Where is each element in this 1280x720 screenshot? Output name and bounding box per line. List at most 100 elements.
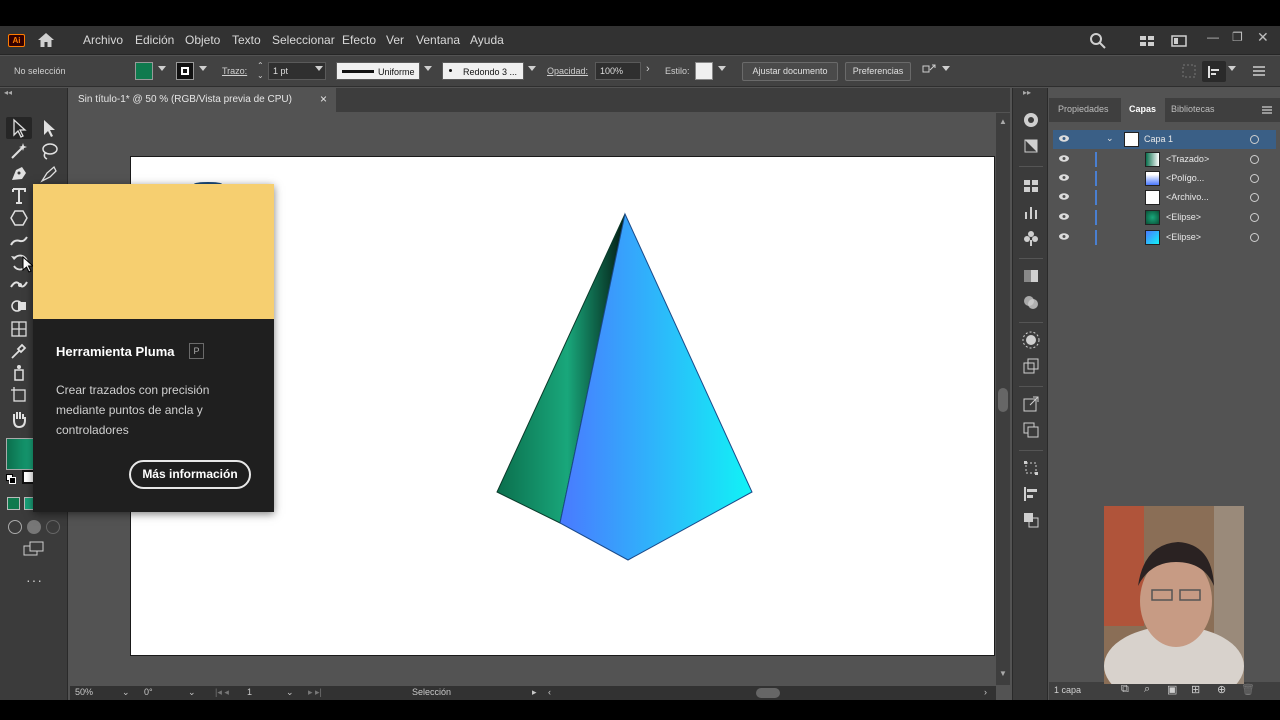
hand-tool-icon[interactable] — [8, 408, 30, 430]
layer-item-poligono[interactable]: <Polígo... — [1053, 169, 1276, 188]
last-artboard-icon[interactable]: ▸ ▸| — [308, 687, 322, 698]
color-guide-icon[interactable] — [1021, 110, 1041, 130]
collapse-toolbar-icon[interactable]: ◂◂ — [4, 88, 12, 97]
layer-target-icon[interactable] — [1250, 135, 1259, 144]
stroke-weight-chevron-icon[interactable] — [315, 66, 323, 71]
expand-layer-chevron-icon[interactable]: ⌄ — [1106, 133, 1114, 144]
tab-propiedades[interactable]: Propiedades — [1058, 104, 1109, 114]
item-target-icon[interactable] — [1250, 193, 1259, 202]
item-target-icon[interactable] — [1250, 213, 1259, 222]
opacity-arrow-icon[interactable]: › — [646, 63, 650, 75]
home-icon[interactable] — [36, 31, 56, 49]
stroke-stepper-icon[interactable]: ⌃ ⌄ — [257, 61, 264, 81]
item-target-icon[interactable] — [1250, 155, 1259, 164]
zoom-level[interactable]: 50% — [75, 687, 93, 697]
item-target-icon[interactable] — [1250, 174, 1259, 183]
layer-item-elipse-1[interactable]: <Elipse> — [1053, 208, 1276, 227]
vertical-scrollbar[interactable]: ▲ ▼ — [996, 113, 1010, 685]
item-name[interactable]: <Polígo... — [1166, 173, 1204, 183]
direct-selection-tool-icon[interactable] — [38, 117, 60, 139]
menu-objeto[interactable]: Objeto — [185, 33, 220, 47]
export-layer-icon[interactable]: ⧉ — [1121, 683, 1129, 696]
visibility-eye-icon[interactable] — [1059, 213, 1069, 220]
hscroll-right-icon[interactable]: › — [984, 687, 987, 697]
panel-menu-icon[interactable] — [1250, 62, 1268, 80]
symbols-icon[interactable] — [1021, 228, 1041, 248]
menu-edicion[interactable]: Edición — [135, 33, 174, 47]
preferences-button[interactable]: Preferencias — [845, 62, 911, 81]
visibility-eye-icon[interactable] — [1059, 174, 1069, 181]
tab-capas[interactable]: Capas — [1129, 104, 1156, 114]
gradient-icon[interactable] — [1021, 266, 1041, 286]
close-icon[interactable]: ✕ — [1257, 29, 1269, 46]
zoom-chevron-icon[interactable]: ⌄ — [122, 687, 130, 698]
default-colors-icon[interactable] — [6, 474, 16, 484]
more-info-button[interactable]: Más información — [129, 460, 251, 489]
stroke-weight-input[interactable]: 1 pt — [268, 62, 326, 80]
lasso-tool-icon[interactable] — [38, 140, 60, 162]
menu-ver[interactable]: Ver — [386, 33, 404, 47]
draw-inside-icon[interactable] — [46, 520, 60, 534]
item-target-icon[interactable] — [1250, 233, 1259, 242]
status-arrow-icon[interactable]: ▸ — [532, 687, 537, 698]
stroke-swatch[interactable] — [176, 62, 194, 80]
visibility-eye-icon[interactable] — [1059, 155, 1069, 162]
brush-select[interactable]: Redondo 3 ... — [442, 62, 524, 80]
document-tab[interactable]: Sin título-1* @ 50 % (RGB/Vista previa d… — [70, 88, 336, 112]
curvature-tool-icon[interactable] — [38, 163, 60, 185]
item-name[interactable]: <Elipse> — [1166, 232, 1201, 242]
artboard-chevron-icon[interactable]: ⌄ — [286, 687, 294, 698]
pathfinder-icon[interactable] — [1021, 510, 1041, 530]
layer-item-trazado[interactable]: <Trazado> — [1053, 150, 1276, 169]
layer-name[interactable]: Capa 1 — [1144, 134, 1173, 144]
transparency-icon[interactable] — [1021, 292, 1041, 312]
eyedropper-tool-icon[interactable] — [8, 340, 30, 362]
new-layer-icon[interactable]: ⊕ — [1217, 683, 1226, 696]
align-icon[interactable] — [1180, 62, 1198, 80]
visibility-eye-icon[interactable] — [1059, 233, 1069, 240]
width-tool-icon[interactable] — [8, 273, 30, 295]
clipping-mask-icon[interactable]: ▣ — [1167, 683, 1177, 696]
collapse-panels-icon[interactable]: ▸▸ — [1023, 88, 1031, 97]
menu-efecto[interactable]: Efecto — [342, 33, 376, 47]
style-chevron-icon[interactable] — [718, 66, 726, 71]
stroke-profile-chevron-icon[interactable] — [424, 66, 432, 71]
quick-actions-icon[interactable] — [920, 62, 938, 80]
menu-archivo[interactable]: Archivo — [83, 33, 123, 47]
artboard-tool-icon[interactable] — [8, 384, 30, 406]
panel-layout-button[interactable] — [1202, 61, 1226, 82]
type-tool-icon[interactable] — [8, 185, 30, 207]
artboard-number[interactable]: 1 — [247, 687, 252, 697]
export-icon[interactable] — [1021, 394, 1041, 414]
graphic-styles-icon[interactable] — [1021, 356, 1041, 376]
scroll-down-icon[interactable]: ▼ — [999, 669, 1007, 678]
minimize-icon[interactable]: — — [1207, 30, 1219, 44]
new-sublayer-icon[interactable]: ⊞ — [1191, 683, 1200, 696]
restore-icon[interactable]: ❐ — [1232, 30, 1243, 44]
tab-bibliotecas[interactable]: Bibliotecas — [1171, 104, 1215, 114]
quick-actions-chevron-icon[interactable] — [942, 66, 950, 71]
polygon-tool-icon[interactable] — [8, 207, 30, 229]
horizontal-scroll-thumb[interactable] — [756, 688, 780, 698]
item-name[interactable]: <Trazado> — [1166, 154, 1209, 164]
item-name[interactable]: <Elipse> — [1166, 212, 1201, 222]
appearance-icon[interactable] — [1021, 330, 1041, 350]
pen-tool-icon[interactable] — [8, 163, 30, 185]
document-tab-close-icon[interactable]: × — [320, 92, 327, 106]
draw-behind-icon[interactable] — [27, 520, 41, 534]
mesh-tool-icon[interactable] — [8, 318, 30, 340]
opacity-label[interactable]: Opacidad: — [547, 66, 588, 76]
delete-layer-icon[interactable]: 🗑 — [1241, 683, 1255, 696]
symbol-sprayer-tool-icon[interactable] — [8, 362, 30, 384]
paintbrush-tool-icon[interactable] — [8, 229, 30, 251]
menu-ventana[interactable]: Ventana — [416, 33, 460, 47]
screen-mode-tool-icon[interactable] — [22, 540, 46, 558]
stroke-label[interactable]: Trazo: — [222, 66, 247, 76]
fill-dropdown-chevron-icon[interactable] — [158, 66, 166, 71]
layer-row-capa-1[interactable]: ⌄ Capa 1 — [1053, 130, 1276, 149]
edit-toolbar-icon[interactable]: ··· — [26, 572, 43, 588]
align-panel-icon[interactable] — [1021, 484, 1041, 504]
visibility-eye-icon[interactable] — [1059, 193, 1069, 200]
visibility-eye-icon[interactable] — [1059, 135, 1069, 142]
brush-chevron-icon[interactable] — [528, 66, 536, 71]
